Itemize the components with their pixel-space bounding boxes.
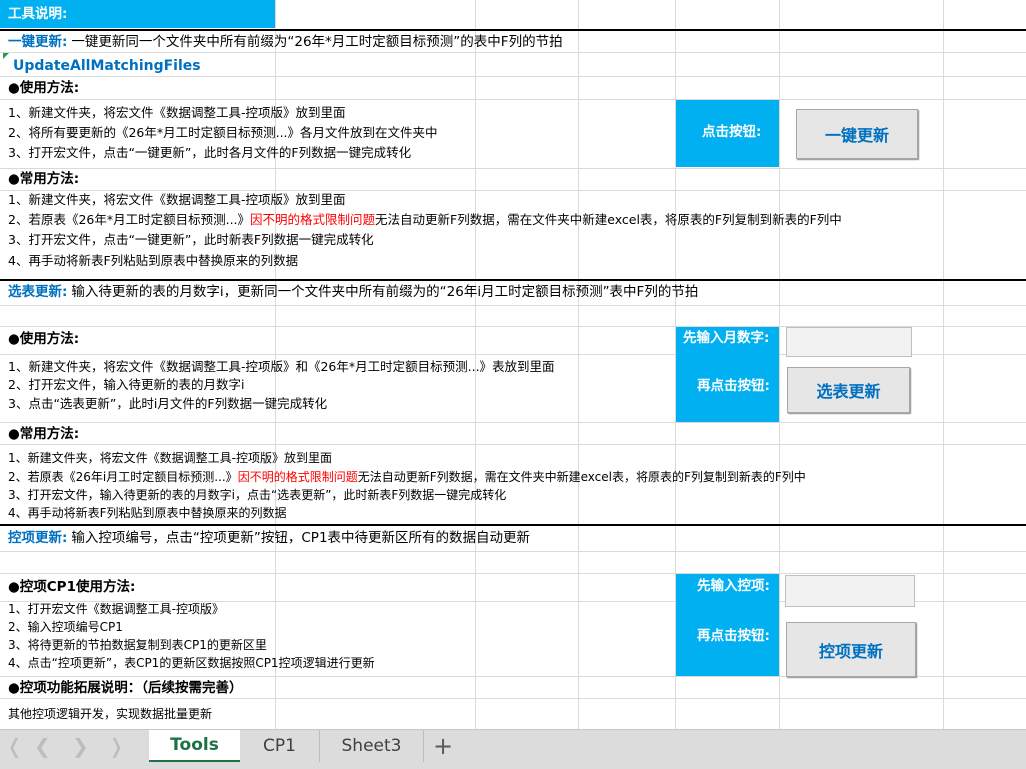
- section3-usage-2: 2、输入控项编号CP1: [8, 620, 123, 634]
- section2-usage-title: ●使用方法:: [8, 331, 80, 347]
- grid-row-line: [0, 168, 1026, 169]
- grid-row-line: [0, 99, 1026, 100]
- section2-click-label: 再点击按钮:: [697, 378, 770, 394]
- section2-common-3: 3、打开宏文件，输入待更新的表的月数字i，点击“选表更新”，此时新表F列数据一键…: [8, 488, 507, 502]
- macro-name: UpdateAllMatchingFiles: [13, 58, 201, 74]
- section-divider: [0, 29, 1026, 31]
- section1-common-2-warning: 因不明的格式限制问题: [250, 212, 376, 227]
- grid-row-line: [0, 698, 1026, 699]
- section3-usage-4: 4、点击“控项更新”，表CP1的更新区数据按照CP1控项逻辑进行更新: [8, 656, 375, 670]
- one-click-update-button[interactable]: 一键更新: [796, 109, 918, 159]
- section1-common-1: 1、新建文件夹，将宏文件《数据调整工具-控项版》放到里面: [8, 192, 346, 207]
- control-item-input[interactable]: [785, 575, 915, 607]
- section3-title: 控项更新:: [8, 530, 68, 546]
- select-sheet-update-button[interactable]: 选表更新: [787, 367, 910, 413]
- grid-row-line: [0, 444, 1026, 445]
- section2-common-2-warning: 因不明的格式限制问题: [237, 470, 358, 484]
- section1-common-4: 4、再手动将新表F列粘贴到原表中替换原来的列数据: [8, 253, 299, 268]
- section1-common-2-b: 无法自动更新F列数据，需在文件夹中新建excel表，将原表的F列复制到新表的F列…: [375, 212, 842, 227]
- section1-common-2-a: 2、若原表《26年*月工时定额目标预测...》: [8, 212, 251, 227]
- grid-column-line: [943, 0, 944, 729]
- section2-desc: 输入待更新的表的月数字i，更新同一个文件夹中所有前缀为的“26年i月工时定额目标…: [71, 284, 699, 300]
- section1-common-title: ●常用方法:: [8, 171, 80, 187]
- tab-sheet3[interactable]: Sheet3: [320, 730, 424, 762]
- next-sheet-icon[interactable]: ❯: [72, 736, 89, 756]
- grid-column-line: [578, 0, 579, 729]
- section3-title-row: 控项更新: 输入控项编号，点击“控项更新”按钮，CP1表中待更新区所有的数据自动…: [8, 530, 531, 546]
- add-sheet-icon[interactable]: +: [428, 730, 458, 762]
- section2-usage-1: 1、新建文件夹，将宏文件《数据调整工具-控项版》和《26年*月工时定额目标预测.…: [8, 359, 555, 374]
- section3-usage-1: 1、打开宏文件《数据调整工具-控项版》: [8, 602, 224, 616]
- section1-usage-title: ●使用方法:: [8, 80, 80, 96]
- section2-title-row: 选表更新: 输入待更新的表的月数字i，更新同一个文件夹中所有前缀为的“26年i月…: [8, 284, 699, 300]
- section2-usage-3: 3、点击“选表更新”，此时i月文件的F列数据一键完成转化: [8, 396, 328, 411]
- section1-desc: 一键更新同一个文件夹中所有前缀为“26年*月工时定额目标预测”的表中F列的节拍: [71, 34, 563, 50]
- grid-row-line: [0, 190, 1026, 191]
- section3-ext-desc: 其他控项逻辑开发，实现数据批量更新: [8, 707, 213, 721]
- section1-usage-3: 3、打开宏文件，点击“一键更新”，此时各月文件的F列数据一键完成转化: [8, 145, 412, 160]
- section1-usage-2: 2、将所有要更新的《26年*月工时定额目标预测...》各月文件放到在文件夹中: [8, 125, 438, 140]
- section1-usage-1: 1、新建文件夹，将宏文件《数据调整工具-控项版》放到里面: [8, 105, 346, 120]
- section2-common-2: 2、若原表《26年i月工时定额目标预测...》因不明的格式限制问题无法自动更新F…: [8, 471, 806, 483]
- section2-common-title: ●常用方法:: [8, 426, 80, 442]
- control-item-update-button[interactable]: 控项更新: [786, 622, 916, 677]
- section3-desc: 输入控项编号，点击“控项更新”按钮，CP1表中待更新区所有的数据自动更新: [71, 530, 531, 546]
- section3-usage-title: ●控项CP1使用方法:: [8, 579, 136, 595]
- first-sheet-icon[interactable]: ❬: [6, 736, 23, 756]
- section2-common-2-a: 2、若原表《26年i月工时定额目标预测...》: [8, 470, 238, 484]
- section2-title: 选表更新:: [8, 284, 68, 300]
- section-divider: [0, 279, 1026, 281]
- grid-row-line: [0, 76, 1026, 77]
- tool-header: 工具说明:: [8, 6, 68, 22]
- section3-click-label: 再点击按钮:: [697, 628, 770, 644]
- spreadsheet-grid[interactable]: 工具说明: 一键更新: 一键更新同一个文件夹中所有前缀为“26年*月工时定额目标…: [0, 0, 1026, 729]
- sheet-tab-bar: ❬ ❮ ❯ ❭ Tools CP1 Sheet3 +: [0, 729, 1026, 769]
- grid-row-line: [0, 52, 1026, 53]
- section1-common-3: 3、打开宏文件，点击“一键更新”，此时新表F列数据一键完成转化: [8, 232, 374, 247]
- prev-sheet-icon[interactable]: ❮: [34, 736, 51, 756]
- section2-common-2-b: 无法自动更新F列数据，需在文件夹中新建excel表，将原表的F列复制到新表的F列…: [357, 470, 806, 484]
- section3-usage-3: 3、将待更新的节拍数据复制到表CP1的更新区里: [8, 638, 267, 652]
- section1-click-label: 点击按钮:: [702, 124, 762, 140]
- last-sheet-icon[interactable]: ❭: [108, 736, 125, 756]
- section1-title-row: 一键更新: 一键更新同一个文件夹中所有前缀为“26年*月工时定额目标预测”的表中…: [8, 34, 563, 50]
- section-divider: [0, 524, 1026, 526]
- section2-input-label: 先输入月数字:: [683, 330, 770, 346]
- section2-common-1: 1、新建文件夹，将宏文件《数据调整工具-控项版》放到里面: [8, 451, 332, 465]
- section2-usage-2: 2、打开宏文件，输入待更新的表的月数字i: [8, 377, 245, 392]
- grid-column-line: [779, 0, 780, 729]
- section3-ext-title: ●控项功能拓展说明：（后续按需完善）: [8, 680, 243, 696]
- month-number-input[interactable]: [786, 327, 912, 357]
- cell-flag-icon: [3, 53, 9, 59]
- tab-cp1[interactable]: CP1: [240, 730, 320, 762]
- section2-common-4: 4、再手动将新表F列粘贴到原表中替换原来的列数据: [8, 506, 287, 520]
- grid-row-line: [0, 422, 1026, 423]
- grid-row-line: [0, 573, 1026, 574]
- grid-row-line: [0, 551, 1026, 552]
- grid-row-line: [0, 305, 1026, 306]
- section1-title: 一键更新:: [8, 34, 68, 50]
- section1-common-2: 2、若原表《26年*月工时定额目标预测...》因不明的格式限制问题无法自动更新F…: [8, 212, 842, 227]
- tab-tools[interactable]: Tools: [149, 730, 240, 762]
- section3-input-label: 先输入控项:: [697, 578, 770, 594]
